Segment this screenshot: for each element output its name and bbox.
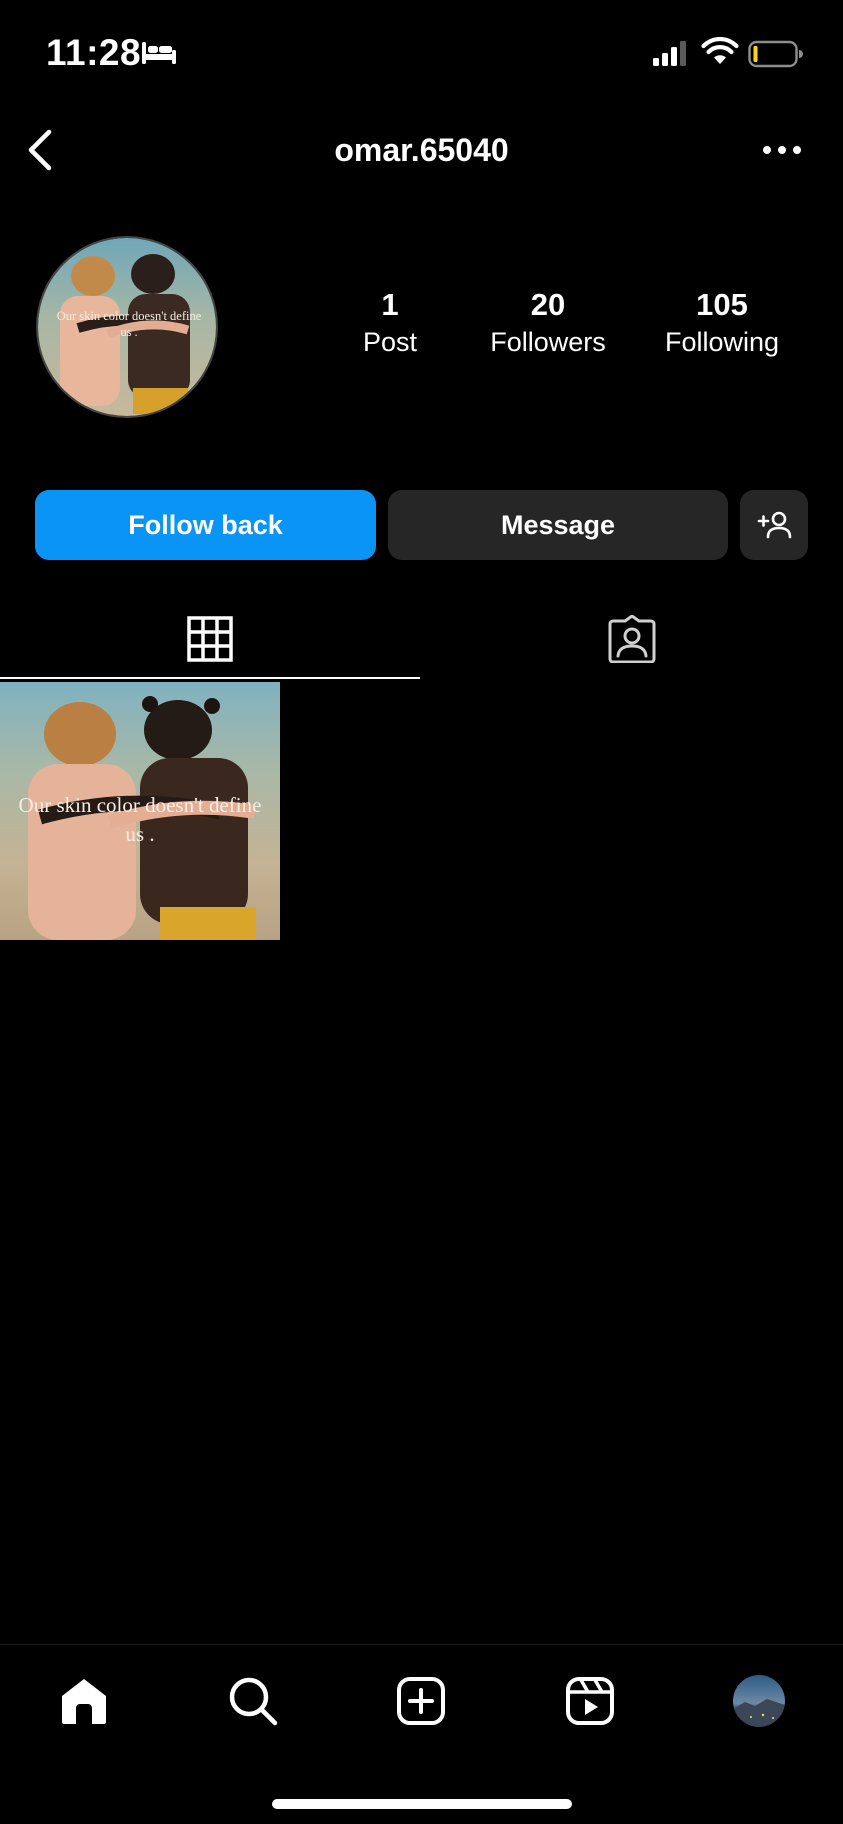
stat-posts-label: Post xyxy=(362,327,418,357)
nav-home[interactable] xyxy=(56,1673,112,1729)
profile-avatar[interactable]: Our skin color doesn't define us . xyxy=(36,236,218,418)
bottom-navigation xyxy=(0,1644,843,1824)
follow-back-button[interactable]: Follow back xyxy=(35,490,376,560)
nav-create[interactable] xyxy=(393,1673,449,1729)
home-indicator[interactable] xyxy=(272,1799,572,1809)
tagged-person-icon xyxy=(608,615,656,663)
tab-posts-grid[interactable] xyxy=(0,600,420,678)
battery-icon xyxy=(748,40,803,68)
add-user-icon xyxy=(757,511,792,539)
stat-followers[interactable]: 20 Followers xyxy=(458,286,638,360)
suggested-users-button[interactable] xyxy=(740,490,808,560)
post-thumbnail[interactable]: Our skin color doesn't define us . xyxy=(0,682,280,940)
profile-stats: 1 Post 20 Followers 105 Following xyxy=(300,286,820,366)
stat-following-label: Following xyxy=(664,327,780,357)
post-caption-line1: Our skin color doesn't define xyxy=(19,793,262,817)
message-button[interactable]: Message xyxy=(388,490,728,560)
stat-posts-value: 1 xyxy=(381,287,399,322)
avatar-caption-line2: us . xyxy=(120,325,137,339)
wifi-icon xyxy=(701,37,739,64)
home-icon xyxy=(62,1679,106,1724)
grid-icon xyxy=(187,616,233,662)
tab-tagged[interactable] xyxy=(422,600,842,678)
stat-followers-label: Followers xyxy=(490,327,606,357)
profile-tabs xyxy=(0,600,843,680)
stat-posts[interactable]: 1 Post xyxy=(300,286,480,360)
nav-search[interactable] xyxy=(225,1673,281,1729)
active-tab-indicator xyxy=(0,677,420,679)
post-image: Our skin color doesn't define us . xyxy=(0,682,280,940)
nav-profile[interactable] xyxy=(731,1673,787,1729)
cellular-signal-icon xyxy=(653,41,686,66)
avatar-caption-line1: Our skin color doesn't define xyxy=(57,309,202,323)
more-horizontal-icon xyxy=(763,146,801,154)
stat-followers-value: 20 xyxy=(530,287,566,322)
nav-reels[interactable] xyxy=(562,1673,618,1729)
avatar-image: Our skin color doesn't define us . xyxy=(38,238,216,416)
post-caption-line2: us . xyxy=(125,822,154,846)
status-bar: 11:28 xyxy=(0,0,843,108)
reels-icon xyxy=(566,1677,614,1725)
sleep-focus-icon xyxy=(142,42,176,64)
status-time: 11:28 xyxy=(46,32,142,73)
profile-username: omar.65040 xyxy=(334,132,509,168)
more-options-button[interactable] xyxy=(756,128,808,172)
create-icon xyxy=(397,1677,445,1725)
stat-following[interactable]: 105 Following xyxy=(632,286,812,360)
search-icon xyxy=(229,1677,278,1726)
profile-avatar-small xyxy=(733,1675,785,1727)
stat-following-value: 105 xyxy=(696,287,748,322)
profile-header: omar.65040 xyxy=(0,108,843,192)
